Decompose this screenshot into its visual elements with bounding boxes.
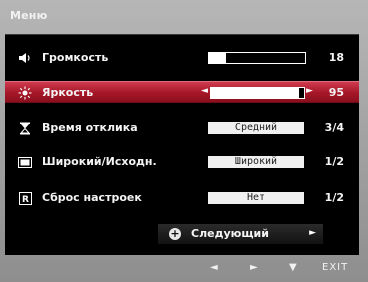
- left-arrow-icon[interactable]: ◄: [210, 262, 218, 273]
- volume-value: 18: [328, 51, 344, 64]
- reset-icon: R: [18, 191, 32, 205]
- plus-icon: +: [169, 227, 181, 240]
- menu-row-brightness[interactable]: Яркость ◄ ► 95: [5, 81, 359, 103]
- volume-slider[interactable]: [208, 52, 306, 64]
- next-page-label: Следующий: [191, 227, 269, 240]
- exit-label[interactable]: EXIT: [322, 262, 348, 273]
- reset-option[interactable]: Нет: [208, 192, 304, 204]
- response-time-value: 3/4: [324, 121, 344, 134]
- right-arrow-icon: ►: [309, 228, 316, 238]
- next-page-button[interactable]: + Следующий ►: [158, 224, 323, 244]
- reset-label: Сброс настроек: [42, 191, 142, 204]
- menu-row-wide-original[interactable]: Широкий/Исходн. Широкий 1/2: [5, 151, 359, 173]
- down-arrow-icon[interactable]: ▼: [289, 262, 297, 273]
- increase-arrow-icon[interactable]: ►: [306, 86, 313, 96]
- reset-value: 1/2: [324, 191, 344, 204]
- response-time-label: Время отклика: [42, 121, 138, 134]
- control-legend: ◄ ► ▼ EXIT: [0, 260, 368, 280]
- volume-slider-fill: [209, 53, 226, 63]
- menu-title: Меню: [10, 9, 48, 22]
- brightness-slider-fill: [211, 88, 299, 98]
- brightness-label: Яркость: [42, 86, 94, 99]
- menu-row-response-time[interactable]: Время отклика Средний 3/4: [5, 117, 359, 139]
- brightness-slider[interactable]: [210, 87, 305, 99]
- wide-original-label: Широкий/Исходн.: [42, 155, 157, 168]
- menu-row-reset[interactable]: R Сброс настроек Нет 1/2: [5, 187, 359, 209]
- right-arrow-icon[interactable]: ►: [250, 262, 258, 273]
- volume-label: Громкость: [42, 51, 109, 64]
- wide-original-option[interactable]: Широкий: [208, 156, 304, 168]
- response-time-option[interactable]: Средний: [208, 122, 304, 134]
- menu-row-volume[interactable]: Громкость 18: [5, 47, 359, 69]
- widescreen-icon: [18, 155, 32, 169]
- brightness-icon: [18, 86, 32, 100]
- speaker-icon: [18, 51, 32, 65]
- wide-original-value: 1/2: [324, 155, 344, 168]
- decrease-arrow-icon[interactable]: ◄: [201, 86, 208, 96]
- svg-text:R: R: [22, 195, 29, 205]
- osd-menu-panel: Громкость 18 Яркость ◄ ► 95 Время отклик…: [5, 34, 359, 255]
- hourglass-icon: [18, 121, 32, 135]
- brightness-value: 95: [328, 86, 344, 99]
